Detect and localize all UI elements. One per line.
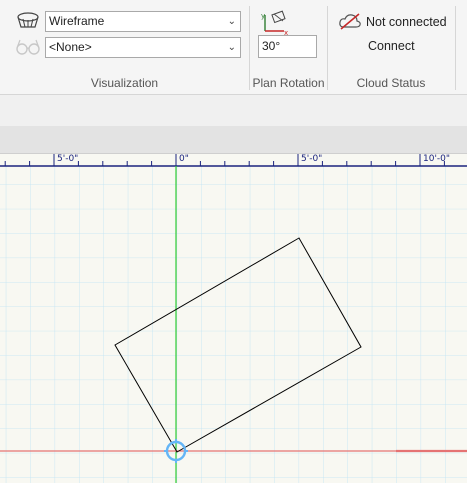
visualization-group-label: Visualization	[90, 76, 159, 90]
ruler-label: 0"	[179, 154, 189, 164]
cloud-status-group-label: Cloud Status	[356, 76, 426, 90]
ruler-label: 5'-0"	[301, 154, 323, 164]
cloud-disconnected-icon	[338, 12, 362, 30]
cloud-status-text: Not connected	[366, 15, 447, 29]
view-tab-strip	[0, 126, 467, 154]
plan-rotation-input[interactable]: 30°	[258, 35, 317, 58]
visualization-style-select[interactable]: Wireframe ⌄	[45, 11, 241, 32]
visualization-group: Wireframe ⌄ <None> ⌄ Visualization	[0, 0, 249, 94]
visualization-style-value: Wireframe	[49, 14, 105, 28]
plan-rotation-group-label: Plan Rotation	[252, 76, 325, 90]
plan-rotation-group: y x 30° Plan Rotation	[250, 0, 327, 94]
axis-rotation-icon: y x	[260, 9, 290, 37]
visualization-secondary-value: <None>	[49, 40, 92, 54]
visualization-secondary-select[interactable]: <None> ⌄	[45, 37, 241, 58]
chevron-down-icon: ⌄	[227, 16, 236, 27]
canvas-grid	[0, 166, 467, 483]
svg-text:y: y	[261, 12, 265, 20]
connect-button[interactable]: Connect	[368, 39, 415, 53]
cloud-status-group: Not connected Connect Cloud Status	[328, 0, 454, 94]
group-separator	[455, 6, 456, 90]
drawing-canvas[interactable]	[0, 154, 467, 483]
ruler-label: 5'-0"	[57, 154, 79, 164]
toolbar-band	[0, 95, 467, 126]
ruler-label: 10'-0"	[423, 154, 451, 164]
render-style-icon[interactable]	[15, 10, 41, 32]
glasses-icon	[15, 37, 41, 57]
chevron-down-icon: ⌄	[227, 42, 236, 53]
ribbon: Wireframe ⌄ <None> ⌄ Visualization y x 3…	[0, 0, 467, 95]
